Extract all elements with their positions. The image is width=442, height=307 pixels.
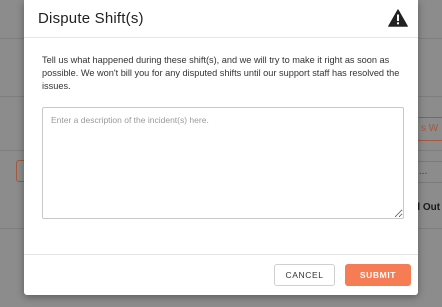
modal-footer: CANCEL SUBMIT: [24, 254, 418, 295]
modal-header: Dispute Shift(s): [24, 0, 418, 38]
modal-title: Dispute Shift(s): [38, 10, 144, 27]
background-label: d Out: [414, 202, 441, 213]
incident-description-textarea[interactable]: [42, 107, 404, 219]
modal-body: Tell us what happened during these shift…: [42, 54, 404, 219]
cancel-button[interactable]: CANCEL: [274, 264, 335, 286]
warning-triangle-icon: [388, 9, 408, 27]
dispute-shift-modal: Dispute Shift(s) Tell us what happened d…: [24, 0, 418, 295]
dispute-description: Tell us what happened during these shift…: [42, 55, 400, 91]
submit-button[interactable]: SUBMIT: [345, 264, 411, 286]
